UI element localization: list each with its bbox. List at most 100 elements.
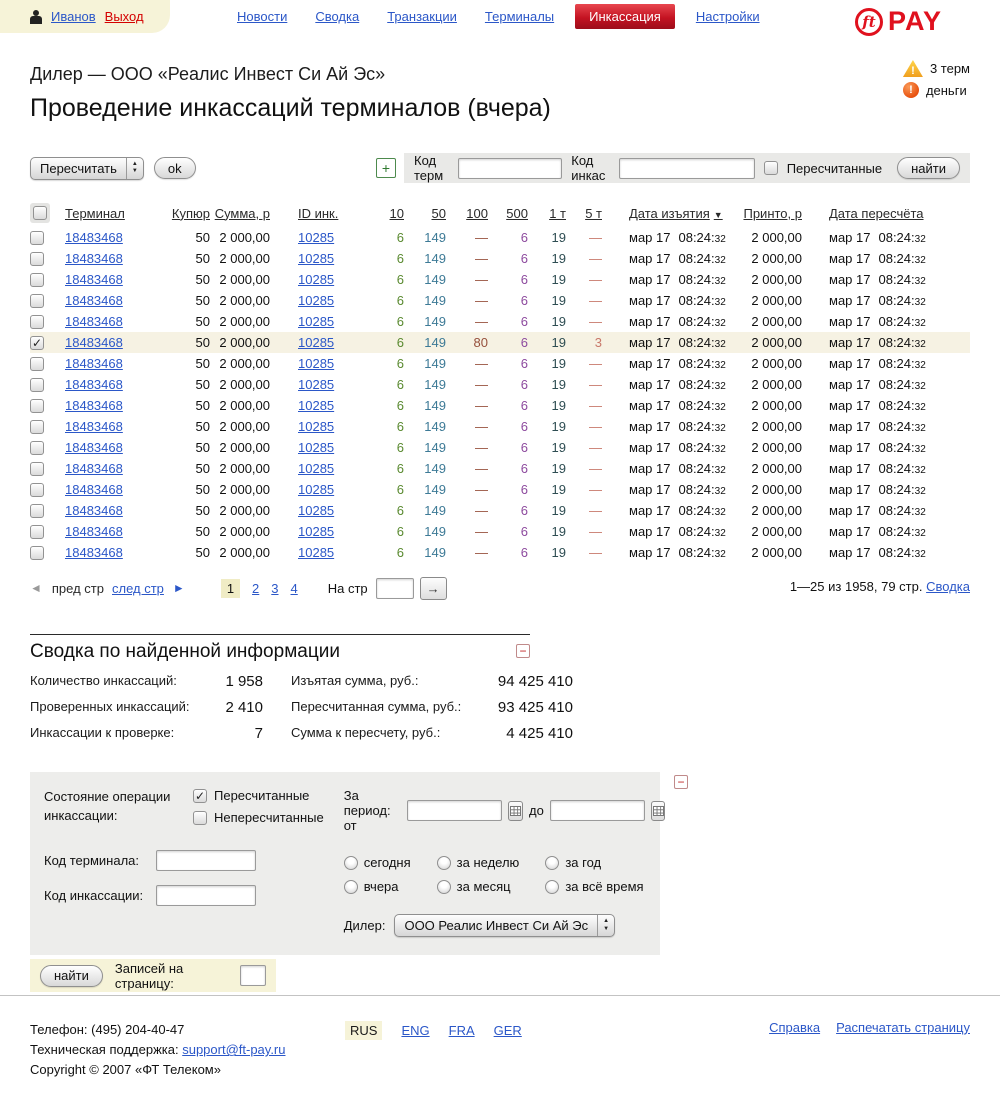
collection-id-link[interactable]: 10285 — [298, 461, 334, 476]
terminal-link[interactable]: 18483468 — [65, 272, 123, 287]
filter-recounted-checkbox[interactable]: ✓ — [193, 788, 207, 803]
row-checkbox[interactable]: ✓ — [30, 335, 44, 350]
goto-page-input[interactable] — [375, 577, 414, 599]
filter-find-button[interactable]: найти — [40, 964, 103, 987]
nav-news[interactable]: Новости — [230, 9, 294, 24]
collection-code-input[interactable] — [156, 884, 256, 906]
nav-transactions[interactable]: Транзакции — [380, 9, 464, 24]
row-checkbox[interactable] — [30, 461, 44, 476]
collection-id-link[interactable]: 10285 — [298, 314, 334, 329]
terminal-link[interactable]: 18483468 — [65, 461, 123, 476]
goto-page-button[interactable]: → — [419, 576, 447, 600]
per-page-input[interactable] — [240, 965, 266, 986]
header-printed[interactable]: Принто, р — [743, 206, 802, 221]
terminal-link[interactable]: 18483468 — [65, 440, 123, 455]
header-50[interactable]: 50 — [432, 206, 446, 221]
terminal-link[interactable]: 18483468 — [65, 545, 123, 560]
collection-id-link[interactable]: 10285 — [298, 230, 334, 245]
terminal-link[interactable]: 18483468 — [65, 419, 123, 434]
collection-id-link[interactable]: 10285 — [298, 398, 334, 413]
prev-page-icon[interactable]: ◄ — [30, 581, 42, 595]
collection-id-link[interactable]: 10285 — [298, 545, 334, 560]
term-code-input[interactable] — [458, 157, 563, 179]
nav-collections-active[interactable]: Инкассация — [575, 4, 675, 29]
quick-find-button[interactable]: найти — [897, 157, 960, 179]
dealer-select[interactable]: ООО Реалис Инвест Си Ай Эс ▲ ▼ — [394, 914, 616, 937]
select-all-checkbox[interactable] — [33, 206, 47, 220]
collection-id-link[interactable]: 10285 — [298, 293, 334, 308]
collection-id-link[interactable]: 10285 — [298, 419, 334, 434]
collection-id-link[interactable]: 10285 — [298, 335, 334, 350]
row-checkbox[interactable] — [30, 398, 44, 413]
row-checkbox[interactable] — [30, 293, 44, 308]
row-checkbox[interactable] — [30, 377, 44, 392]
page-3-link[interactable]: 3 — [271, 581, 278, 596]
terminal-link[interactable]: 18483468 — [65, 335, 123, 350]
row-checkbox[interactable] — [30, 524, 44, 539]
collection-id-link[interactable]: 10285 — [298, 356, 334, 371]
radio-week[interactable] — [436, 855, 451, 870]
header-terminal[interactable]: Терминал — [65, 206, 125, 221]
collection-id-link[interactable]: 10285 — [298, 524, 334, 539]
page-1-current[interactable]: 1 — [220, 578, 241, 598]
nav-summary[interactable]: Сводка — [308, 9, 366, 24]
radio-alltime[interactable] — [545, 879, 560, 894]
terminal-link[interactable]: 18483468 — [65, 251, 123, 266]
collection-id-link[interactable]: 10285 — [298, 503, 334, 518]
collection-id-link[interactable]: 10285 — [298, 377, 334, 392]
print-page-link[interactable]: Распечатать страницу — [836, 1020, 970, 1080]
terminal-link[interactable]: 18483468 — [65, 524, 123, 539]
add-button[interactable]: + — [376, 158, 396, 178]
next-page-link[interactable]: след стр — [112, 581, 164, 596]
ok-button[interactable]: ok — [153, 157, 196, 179]
terminal-link[interactable]: 18483468 — [65, 356, 123, 371]
header-5t[interactable]: 5 т — [585, 206, 602, 221]
collection-id-link[interactable]: 10285 — [298, 251, 334, 266]
lang-ger-link[interactable]: GER — [494, 1023, 522, 1038]
user-link[interactable]: Иванов — [51, 9, 96, 24]
terminal-link[interactable]: 18483468 — [65, 314, 123, 329]
row-checkbox[interactable] — [30, 251, 44, 266]
row-checkbox[interactable] — [30, 356, 44, 371]
bulk-action-select[interactable]: Пересчитать ▲ ▼ — [30, 156, 144, 180]
row-checkbox[interactable] — [30, 482, 44, 497]
alert-money[interactable]: ! деньги — [902, 82, 970, 98]
period-to-input[interactable] — [549, 800, 645, 821]
radio-year[interactable] — [545, 855, 560, 870]
filter-not-recounted-checkbox[interactable] — [193, 810, 207, 825]
header-date-recount[interactable]: Дата пересчёта — [829, 206, 924, 221]
page-4-link[interactable]: 4 — [291, 581, 298, 596]
collection-id-link[interactable]: 10285 — [298, 440, 334, 455]
terminal-link[interactable]: 18483468 — [65, 398, 123, 413]
footer-support-link[interactable]: support@ft-pay.ru — [182, 1042, 285, 1057]
terminal-link[interactable]: 18483468 — [65, 482, 123, 497]
header-10[interactable]: 10 — [390, 206, 404, 221]
header-date-seized[interactable]: Дата изъятия ▼ — [629, 206, 723, 221]
alert-terminals[interactable]: 3 терм — [902, 60, 970, 77]
logout-link[interactable]: Выход — [105, 9, 144, 24]
range-summary-link[interactable]: Сводка — [926, 579, 970, 594]
collection-id-link[interactable]: 10285 — [298, 272, 334, 287]
recounted-checkbox[interactable] — [763, 161, 778, 175]
header-sum[interactable]: Сумма, р — [215, 206, 270, 221]
lang-fra-link[interactable]: FRA — [449, 1023, 475, 1038]
next-page-icon[interactable]: ► — [173, 581, 185, 595]
radio-month[interactable] — [436, 879, 451, 894]
filter-collapse-button[interactable]: − — [674, 775, 688, 789]
header-id[interactable]: ID инк. — [298, 206, 338, 221]
help-link[interactable]: Справка — [769, 1020, 820, 1080]
summary-collapse-button[interactable]: − — [516, 644, 530, 658]
row-checkbox[interactable] — [30, 419, 44, 434]
radio-today[interactable] — [343, 855, 358, 870]
terminal-code-input[interactable] — [156, 849, 256, 871]
row-checkbox[interactable] — [30, 440, 44, 455]
terminal-link[interactable]: 18483468 — [65, 503, 123, 518]
terminal-link[interactable]: 18483468 — [65, 377, 123, 392]
page-2-link[interactable]: 2 — [252, 581, 259, 596]
header-bills[interactable]: Купюр — [172, 206, 210, 221]
collect-code-input[interactable] — [618, 157, 755, 179]
calendar-to-icon[interactable] — [650, 800, 666, 821]
terminal-link[interactable]: 18483468 — [65, 293, 123, 308]
nav-settings[interactable]: Настройки — [689, 9, 767, 24]
row-checkbox[interactable] — [30, 545, 44, 560]
